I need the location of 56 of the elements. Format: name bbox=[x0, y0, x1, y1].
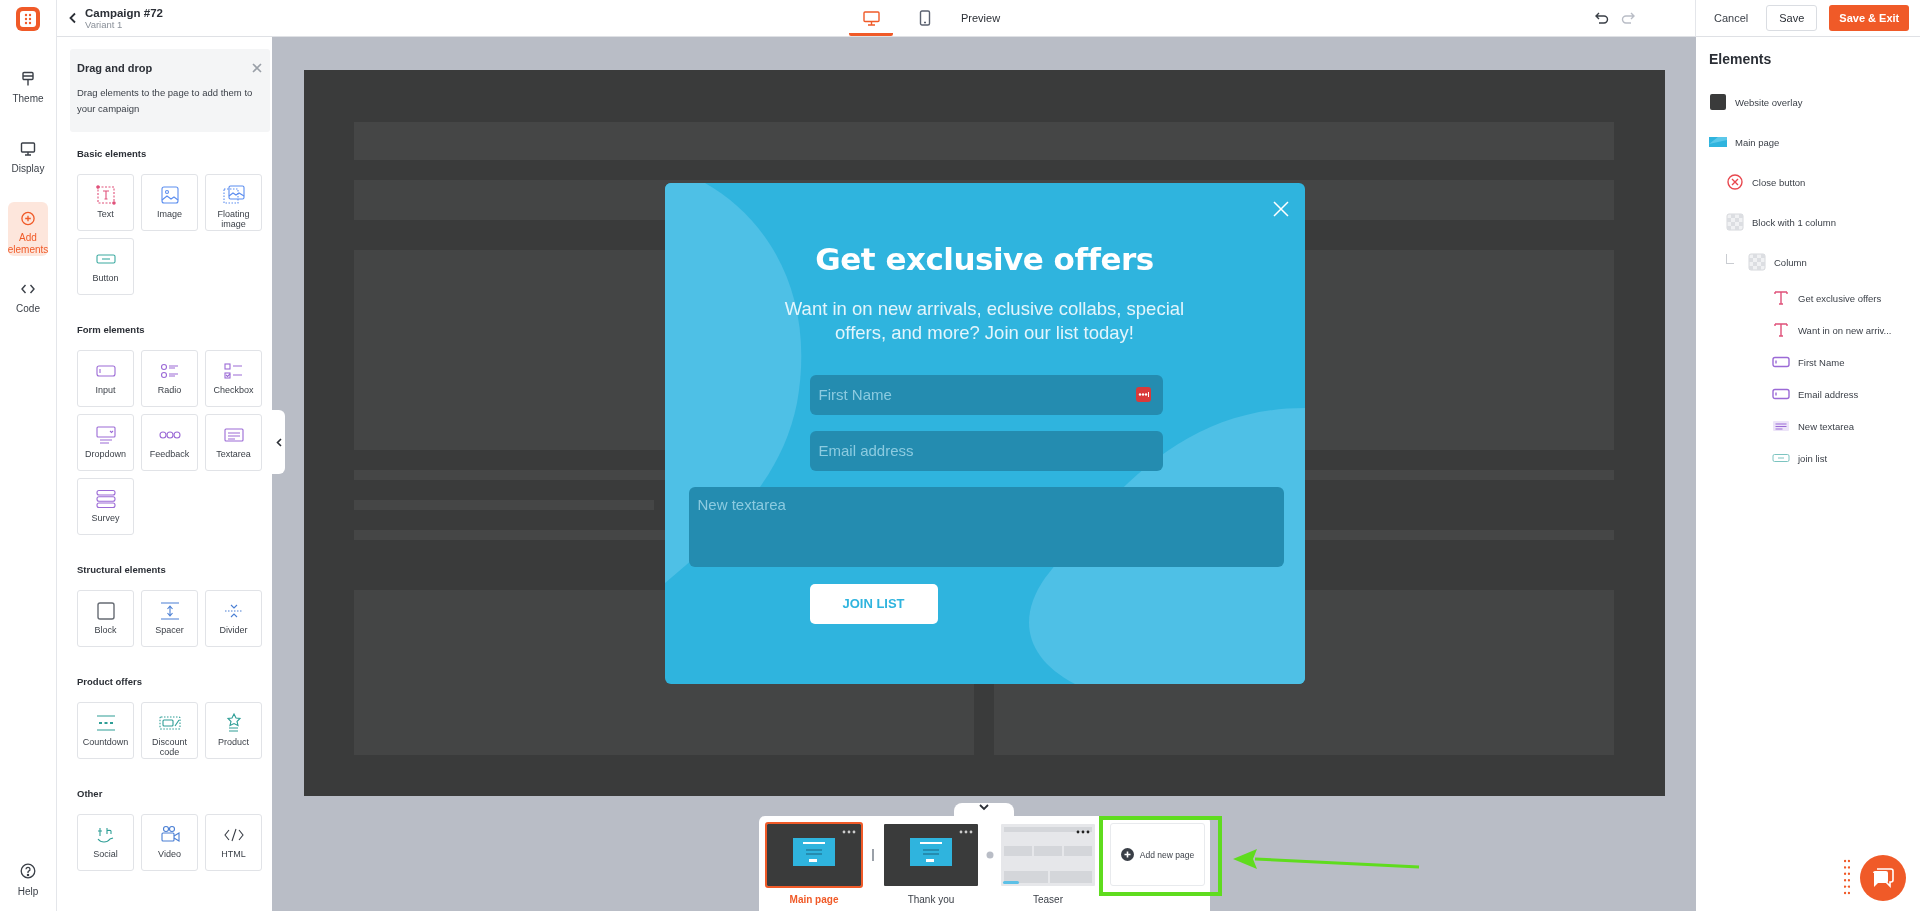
panel-title: Elements bbox=[1709, 51, 1773, 67]
input-field[interactable]: Email address bbox=[809, 430, 1163, 471]
layer-item[interactable]: New textarea bbox=[1798, 420, 1854, 432]
section-title: Other bbox=[77, 788, 104, 799]
element-tile[interactable]: Countdown bbox=[77, 702, 134, 759]
element-tile[interactable]: Spacer bbox=[141, 590, 198, 647]
help-button[interactable]: Help bbox=[17, 863, 39, 897]
rail-item[interactable]: Display bbox=[8, 132, 48, 186]
layer-item[interactable]: Main page bbox=[1735, 136, 1780, 148]
element-tile[interactable]: Textarea bbox=[205, 414, 262, 471]
add-page-button[interactable]: Add new page bbox=[1110, 823, 1205, 886]
popup-title: Get exclusive offers bbox=[814, 239, 1155, 279]
layer-item[interactable]: First Name bbox=[1798, 356, 1845, 368]
variant-label: Variant 1 bbox=[85, 18, 123, 30]
page-item[interactable]: Teaser bbox=[999, 822, 1097, 905]
element-tile[interactable]: Button bbox=[77, 238, 134, 295]
textarea-field[interactable]: New textarea bbox=[688, 486, 1284, 567]
layer-item[interactable]: Website overlay bbox=[1735, 96, 1803, 108]
campaign-title: Campaign #72 bbox=[85, 6, 163, 19]
element-tile[interactable]: Block bbox=[77, 590, 134, 647]
layer-item[interactable]: Get exclusive offers bbox=[1798, 292, 1882, 304]
section-title: Product offers bbox=[77, 676, 143, 687]
element-tile[interactable]: Feedback bbox=[141, 414, 198, 471]
element-tile[interactable]: Survey bbox=[77, 478, 134, 535]
cancel-button[interactable]: Cancel bbox=[1708, 6, 1755, 30]
layer-item[interactable]: Block with 1 column bbox=[1752, 216, 1836, 228]
section-title: Basic elements bbox=[77, 148, 148, 159]
element-tile[interactable]: Radio bbox=[141, 350, 198, 407]
element-tile[interactable]: Input bbox=[77, 350, 134, 407]
element-tile[interactable]: Floating image bbox=[205, 174, 262, 231]
element-tile[interactable]: Dropdown bbox=[77, 414, 134, 471]
element-tile[interactable]: Text bbox=[77, 174, 134, 231]
element-tile[interactable]: Image bbox=[141, 174, 198, 231]
layer-item[interactable]: Want in on new arriv... bbox=[1798, 324, 1892, 336]
save-button[interactable]: Save bbox=[1766, 5, 1818, 31]
page-item[interactable]: Thank you bbox=[882, 822, 980, 905]
preview-button[interactable]: Preview bbox=[957, 0, 1005, 36]
hint-text: Drag elements to the page to add them to your campaign bbox=[77, 86, 254, 116]
layer-item[interactable]: Column bbox=[1774, 256, 1807, 268]
element-tile[interactable]: Video bbox=[141, 814, 198, 871]
element-tile[interactable]: Product bbox=[205, 702, 262, 759]
rail-item[interactable]: Theme bbox=[8, 62, 48, 116]
element-tile[interactable]: Social bbox=[77, 814, 134, 871]
layer-item[interactable]: join list bbox=[1798, 452, 1828, 464]
element-tile[interactable]: Discount code bbox=[141, 702, 198, 759]
element-tile[interactable]: Checkbox bbox=[205, 350, 262, 407]
section-title: Structural elements bbox=[77, 564, 167, 575]
rail-item[interactable]: Code bbox=[8, 272, 48, 326]
section-title: Form elements bbox=[77, 324, 146, 335]
layer-item[interactable]: Close button bbox=[1752, 176, 1806, 188]
element-tile[interactable]: HTML bbox=[205, 814, 262, 871]
hint-title: Drag and drop bbox=[77, 62, 153, 74]
element-tile[interactable]: Divider bbox=[205, 590, 262, 647]
input-field[interactable]: First Name bbox=[809, 374, 1163, 415]
layer-item[interactable]: Email address bbox=[1798, 388, 1859, 400]
popup-text: Want in on new arrivals, eclusive collabs, special offers, and more? Join our list today! bbox=[783, 296, 1186, 345]
